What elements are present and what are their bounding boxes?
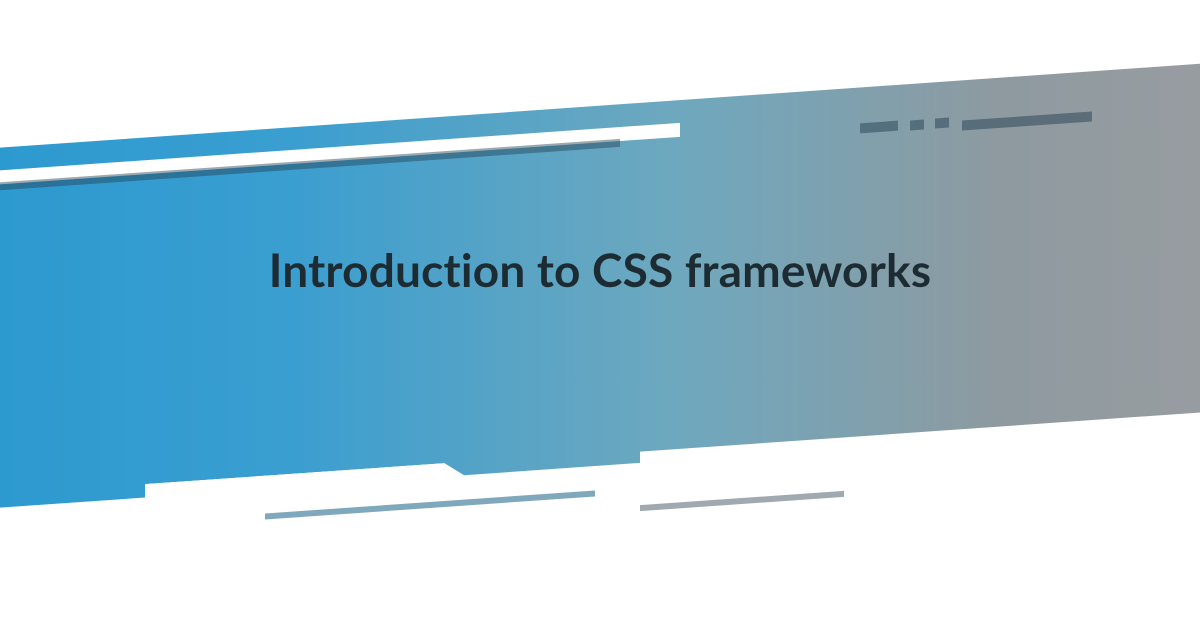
bottom-accent-line: [640, 491, 844, 511]
top-tech-mark: [910, 120, 924, 131]
hero-title: Introduction to CSS frameworks: [0, 244, 1200, 296]
top-tech-mark: [935, 118, 949, 129]
